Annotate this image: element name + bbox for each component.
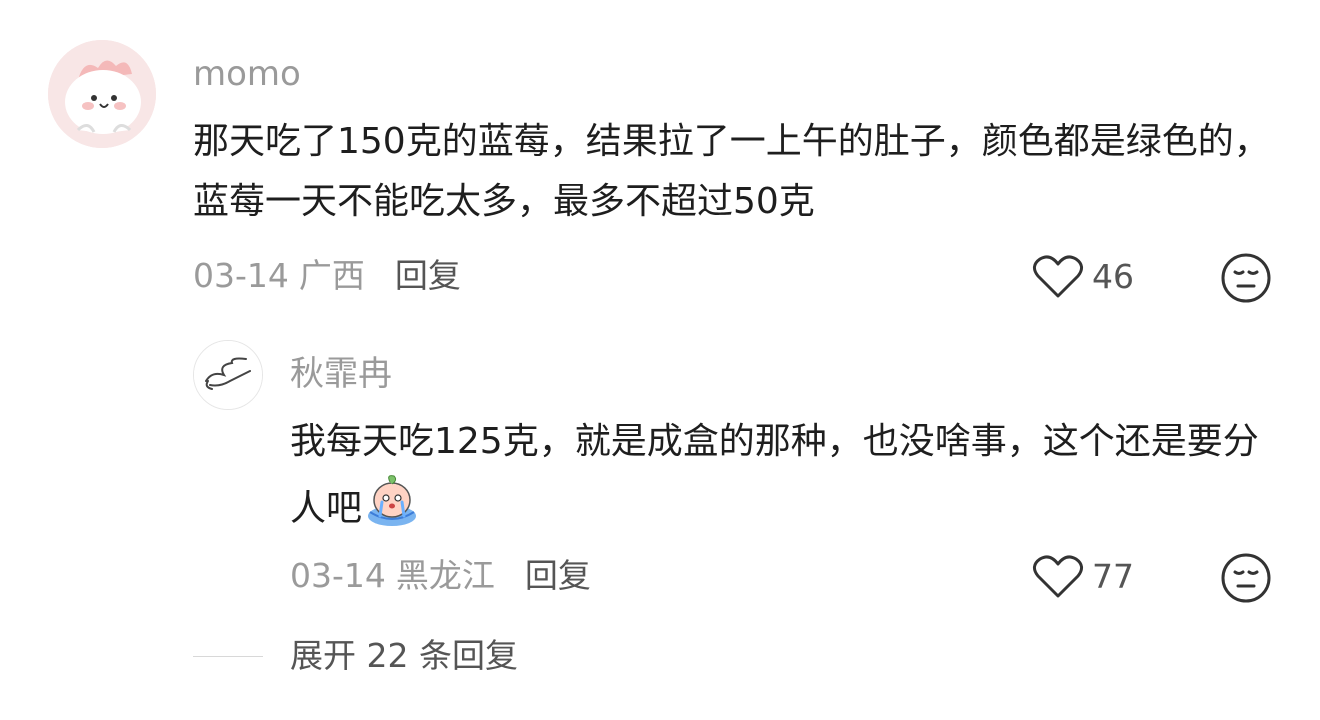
meh-face-icon <box>1221 253 1271 303</box>
reply-location: 黑龙江 <box>395 556 495 595</box>
heart-icon <box>1033 555 1083 598</box>
comment-dislike-button[interactable] <box>1220 252 1272 304</box>
comment-location: 广西 <box>298 256 365 295</box>
reply-date: 03-14 <box>290 556 386 595</box>
comment-like-count: 46 <box>1092 257 1134 296</box>
reply-like-count: 77 <box>1092 557 1134 596</box>
reply-username[interactable]: 秋霏冉 <box>290 354 392 394</box>
meh-face-icon <box>1221 553 1271 603</box>
reply-meta: 03-14 黑龙江 回复 <box>290 556 591 596</box>
reply-text: 我每天吃125克，就是成盒的那种，也没啥事，这个还是要分人吧 <box>290 421 1259 529</box>
comment-date: 03-14 <box>193 256 289 295</box>
reply-dislike-button[interactable] <box>1220 552 1272 604</box>
expand-replies-button[interactable]: 展开 22 条回复 <box>290 636 518 676</box>
comment-meta: 03-14 广西 回复 <box>193 256 461 296</box>
reply-avatar[interactable] <box>193 340 263 410</box>
expand-divider <box>193 656 263 657</box>
heart-icon <box>1033 255 1083 298</box>
reply-text-block: 我每天吃125克，就是成盒的那种，也没啥事，这个还是要分人吧 <box>290 412 1280 539</box>
comment-text: 那天吃了150克的蓝莓，结果拉了一上午的肚子，颜色都是绿色的，蓝莓一天不能吃太多… <box>193 121 1270 222</box>
reply-reply-button[interactable]: 回复 <box>525 556 591 595</box>
comment-reply-button[interactable]: 回复 <box>395 256 461 295</box>
avatar[interactable] <box>48 40 156 148</box>
crying-peach-emoji-icon <box>364 472 420 528</box>
comment-like-button[interactable]: 46 <box>1032 254 1134 300</box>
wing-sketch-avatar-icon <box>194 341 262 409</box>
comment-username[interactable]: momo <box>193 54 301 94</box>
reply-like-button[interactable]: 77 <box>1032 554 1134 600</box>
cartoon-bunny-avatar-icon <box>48 40 156 148</box>
